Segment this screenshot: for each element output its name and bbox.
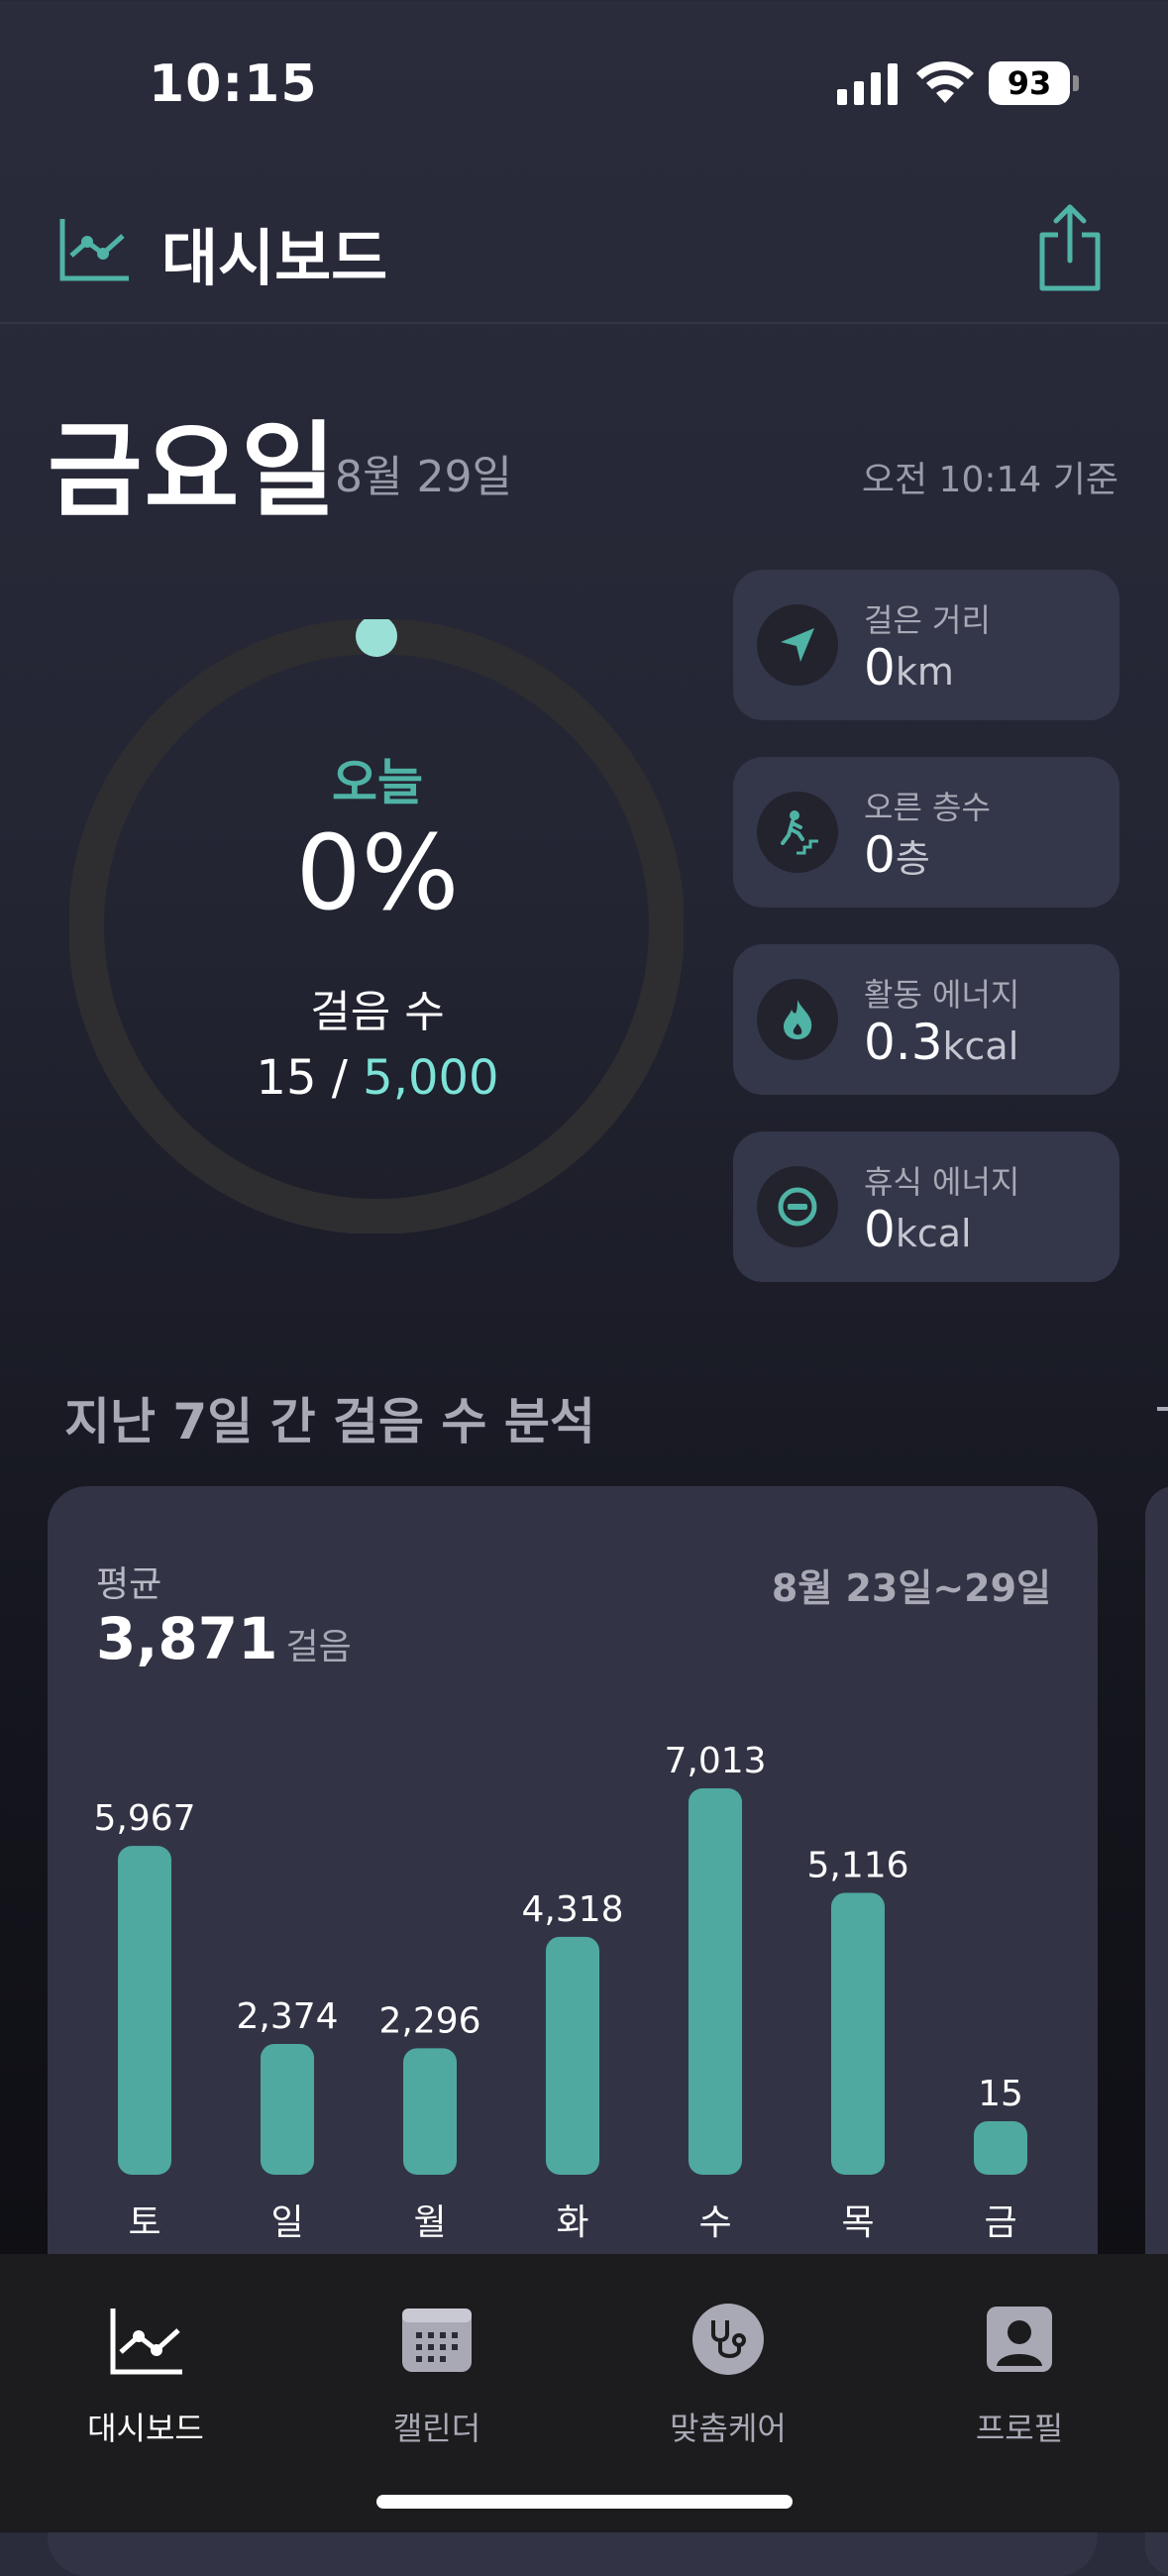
bar-category-label: 토 <box>128 2202 160 2243</box>
cellular-signal-icon <box>837 63 898 105</box>
stat-unit: km <box>895 650 954 694</box>
status-time: 10:15 <box>149 54 318 114</box>
stat-value: 0.3kcal <box>864 1014 1018 1071</box>
average-unit: 걸음 <box>285 1627 352 1667</box>
bar-2 <box>403 2048 457 2175</box>
bar-category-label: 목 <box>841 2202 874 2243</box>
rest-icon <box>757 1166 838 1247</box>
stat-value: 0km <box>864 639 954 697</box>
battery-tip <box>1073 75 1079 91</box>
bar-value-label: 15 <box>978 2074 1023 2114</box>
bar-category-label: 월 <box>413 2202 446 2243</box>
average-value: 3,871 걸음 <box>96 1605 352 1672</box>
tab-label: 맞춤케어 <box>670 2410 787 2447</box>
bar-value-label: 2,296 <box>378 2000 480 2041</box>
bar-4 <box>689 1788 742 2175</box>
bar-1 <box>261 2043 314 2175</box>
tab-profile[interactable]: 프로필 <box>891 2299 1148 2449</box>
weekly-steps-chart: 5,967 토 2,374 일 2,296 월 4,318 화 7,013 수 5,116 목 15 금 <box>93 1741 1027 2243</box>
bar-value-label: 5,967 <box>93 1798 195 1839</box>
stethoscope-icon <box>692 2304 764 2375</box>
bar-0 <box>118 1846 171 2175</box>
bar-category-label: 금 <box>984 2202 1016 2243</box>
stat-number: 0.3 <box>864 1014 943 1071</box>
tab-custom-care[interactable]: 맞춤케어 <box>599 2299 857 2449</box>
bar-5 <box>831 1892 885 2175</box>
steps-count: 15 / 5,000 <box>0 1050 755 1106</box>
steps-goal: 5,000 <box>363 1050 499 1106</box>
bar-3 <box>546 1936 599 2175</box>
profile-icon <box>987 2307 1052 2372</box>
day-of-week: 금요일 <box>48 410 339 531</box>
tab-label: 대시보드 <box>87 2410 204 2447</box>
wifi-icon <box>916 60 974 103</box>
steps-label: 걸음 수 <box>310 987 445 1037</box>
stat-label: 걸은 거리 <box>864 601 991 639</box>
stat-label: 활동 에너지 <box>864 976 1020 1014</box>
share-icon[interactable] <box>1036 203 1104 292</box>
stat-unit: kcal <box>895 1212 972 1255</box>
bar-value-label: 7,013 <box>664 1741 766 1781</box>
stat-value: 0층 <box>864 826 930 884</box>
header-divider <box>0 322 1168 324</box>
stat-value: 0kcal <box>864 1201 972 1258</box>
date-range: 8월 23일~29일 <box>771 1566 1051 1610</box>
chart-line-icon <box>110 2308 182 2375</box>
stat-number: 0 <box>864 1201 896 1258</box>
tab-label: 프로필 <box>975 2410 1064 2447</box>
tab-calendar[interactable]: 캘린더 <box>308 2299 566 2449</box>
stat-unit: kcal <box>942 1024 1019 1068</box>
chart-line-icon <box>59 219 129 281</box>
today-label: 오늘 <box>332 754 423 811</box>
stat-card-distance[interactable]: 걸은 거리 0km <box>733 570 1119 720</box>
bar-value-label: 2,374 <box>236 1996 338 2037</box>
stat-label: 오른 층수 <box>864 789 991 826</box>
stat-card-floors[interactable]: 오른 층수 0층 <box>733 757 1119 908</box>
average-label: 평균 <box>96 1564 162 1605</box>
bar-value-label: 5,116 <box>806 1845 908 1885</box>
stairs-icon <box>757 792 838 873</box>
average-number: 3,871 <box>96 1605 278 1672</box>
calendar-icon <box>402 2308 472 2372</box>
progress-percent: 0% <box>295 812 460 933</box>
tab-label: 캘린더 <box>392 2410 481 2447</box>
stat-unit: 층 <box>895 837 930 881</box>
stat-label: 휴식 에너지 <box>864 1163 1020 1201</box>
page-title: 대시보드 <box>161 222 388 294</box>
stat-number: 0 <box>864 639 896 697</box>
bar-category-label: 수 <box>698 2202 731 2243</box>
steps-current: 15 <box>256 1050 317 1106</box>
updated-time: 오전 10:14 기준 <box>861 460 1118 500</box>
flame-icon <box>757 979 838 1060</box>
section-more-indicator <box>1157 1407 1168 1411</box>
home-indicator <box>376 2495 793 2509</box>
battery-indicator: 93 <box>989 61 1070 105</box>
steps-separator: / <box>316 1050 364 1106</box>
stat-number: 0 <box>864 826 896 884</box>
bar-category-label: 일 <box>270 2202 303 2243</box>
location-arrow-icon <box>757 604 838 686</box>
date-label: 8월 29일 <box>335 452 512 502</box>
tab-dashboard[interactable]: 대시보드 <box>17 2299 274 2449</box>
bar-6 <box>974 2121 1027 2175</box>
section-title: 지난 7일 간 걸음 수 분석 <box>64 1393 595 1450</box>
stat-card-resting-energy[interactable]: 휴식 에너지 0kcal <box>733 1131 1119 1282</box>
bar-value-label: 4,318 <box>521 1889 623 1930</box>
stat-card-active-energy[interactable]: 활동 에너지 0.3kcal <box>733 944 1119 1095</box>
bar-category-label: 화 <box>556 2202 588 2243</box>
